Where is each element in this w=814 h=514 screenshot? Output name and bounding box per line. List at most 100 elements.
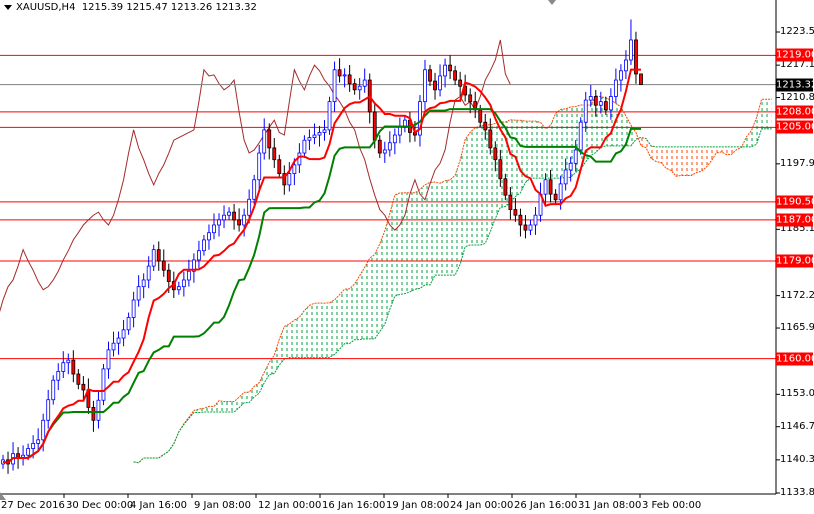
candle-body [242, 214, 247, 226]
candle-body [227, 211, 231, 216]
kumo-cloud-segment [560, 108, 566, 179]
candle-body [508, 194, 513, 210]
candle-body [573, 149, 578, 164]
price-tick-label: 1210.80 [780, 91, 814, 103]
candle-body [101, 368, 106, 401]
kumo-cloud-segment [450, 175, 456, 276]
candle-body [377, 139, 382, 154]
low-value: 1213.26 [170, 2, 213, 13]
candle-body [523, 224, 528, 231]
candle-body [428, 69, 432, 82]
kumo-cloud-segment [686, 146, 692, 176]
kumo-cloud-segment [646, 138, 652, 159]
candle-body [513, 209, 518, 216]
candle-body [66, 359, 71, 364]
candle-body [433, 80, 437, 91]
kumo-cloud-segment [379, 230, 385, 332]
kumo-cloud-segment [183, 417, 189, 425]
level-price-label: 1219.00 [776, 48, 814, 62]
candle-body [322, 129, 327, 133]
kumo-cloud-segment [465, 132, 471, 247]
kumo-cloud-segment [339, 289, 345, 350]
price-chart[interactable] [0, 0, 814, 514]
kumo-cloud-segment [384, 213, 390, 325]
kumo-cloud-segment [314, 303, 320, 358]
candle-body [568, 162, 573, 171]
time-tick-label: 3 Feb 00:00 [642, 500, 702, 511]
kumo-cloud-segment [294, 317, 300, 358]
candle-body [382, 149, 387, 154]
candle-body [41, 419, 46, 441]
candle-body [624, 59, 628, 72]
candle-body [503, 178, 508, 196]
kumo-cloud-segment [324, 302, 330, 358]
kumo-cloud-segment [334, 294, 340, 355]
current-price-label: 1213.32 [776, 78, 814, 92]
candle-body [528, 224, 533, 231]
candle-body [91, 407, 96, 421]
kumo-cloud-segment [696, 146, 702, 173]
kumo-cloud-segment [244, 392, 250, 403]
candle-body [262, 129, 267, 154]
dropdown-triangle-icon[interactable] [4, 4, 12, 10]
candle-body [31, 443, 36, 449]
kumo-cloud-segment [329, 299, 335, 358]
scroll-marker-icon [548, 0, 556, 5]
candle-body [297, 152, 302, 166]
candle-body [468, 94, 473, 103]
kumo-cloud-segment [651, 145, 657, 162]
candle-body [292, 164, 297, 174]
candle-body [337, 69, 342, 77]
kumo-cloud-segment [213, 400, 220, 413]
candle-body [392, 134, 397, 144]
candle-body [458, 79, 463, 87]
kumo-cloud-segment [480, 124, 486, 246]
kumo-cloud-segment [284, 323, 290, 360]
candle-body [136, 286, 141, 301]
price-tick-label: 1172.25 [780, 289, 814, 301]
kumo-cloud-segment [751, 117, 757, 147]
kumo-cloud-segment [681, 146, 687, 176]
price-tick-label: 1153.05 [780, 388, 814, 400]
price-tick-label: 1165.95 [780, 322, 814, 334]
kumo-cloud-segment [349, 283, 355, 344]
candle-body [197, 250, 201, 261]
price-tick-label: 1133.85 [780, 487, 814, 498]
candle-body [222, 214, 226, 221]
candle-body [186, 270, 191, 281]
candle-body [619, 70, 623, 81]
candle-body [563, 169, 568, 185]
level-price-label: 1179.00 [776, 254, 814, 268]
candle-body [352, 83, 357, 91]
kumo-cloud-segment [208, 406, 214, 413]
candle-body [156, 249, 161, 262]
candle-body [121, 329, 126, 339]
kumo-cloud-segment [545, 125, 551, 179]
candle-body [483, 121, 488, 131]
close-value: 1213.32 [215, 2, 257, 13]
price-tick-label: 1197.90 [780, 157, 814, 169]
chart-header: XAUUSD,H4 1215.39 1215.47 1213.26 1213.3… [4, 2, 257, 13]
kumo-cloud-segment [676, 146, 682, 177]
kumo-cloud-segment [701, 146, 707, 172]
candle-body [342, 74, 347, 77]
candle-body [312, 134, 317, 139]
kumo-cloud-segment [540, 122, 546, 179]
candle-body [207, 232, 211, 241]
kumo-cloud-segment [525, 121, 531, 183]
kumo-cloud-segment [354, 275, 360, 340]
price-tick-label: 1140.30 [780, 453, 814, 465]
candle-body [453, 70, 458, 81]
candle-body [548, 179, 553, 195]
kumo-cloud-segment [555, 109, 561, 179]
kumo-cloud-segment [299, 310, 305, 358]
kumo-cloud-segment [264, 362, 270, 383]
candle-body [81, 383, 86, 391]
candle-body [347, 74, 352, 85]
candle-body [176, 286, 181, 291]
candle-body [578, 121, 583, 151]
candle-body [448, 64, 453, 72]
candle-body [608, 96, 613, 111]
time-tick-label: 27 Dec 2016 [1, 500, 65, 511]
candle-body [181, 279, 186, 288]
